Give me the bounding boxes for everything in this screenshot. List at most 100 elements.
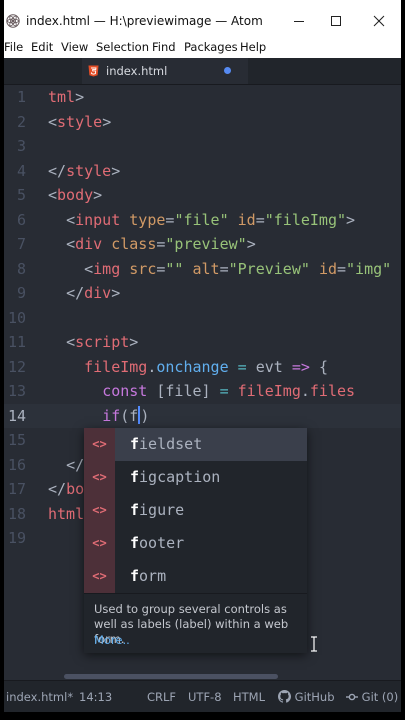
window-title: index.html — H:\previewimage — Atom <box>26 14 263 28</box>
minimize-button[interactable] <box>288 10 310 32</box>
code-line: 5 <body> <box>4 183 401 207</box>
status-github[interactable]: GitHub <box>278 690 335 704</box>
html5-file-icon <box>88 65 99 77</box>
status-file-name[interactable]: index.html* <box>6 690 73 704</box>
autocomplete-more-link[interactable]: More.. <box>94 633 130 647</box>
line-code: const [file] = fileImg.files <box>102 382 356 400</box>
line-code: <body> <box>48 186 103 204</box>
line-code: <input type="file" id="fileImg"> <box>66 210 356 229</box>
line-number: 10 <box>7 308 26 327</box>
maximize-icon <box>331 16 341 26</box>
line-code: fileImg.onchange = evt => { <box>84 357 328 376</box>
title-bar: index.html — H:\previewimage — Atom <box>4 0 401 42</box>
code-line: 13 const [file] = fileImg.files <box>4 379 401 403</box>
line-code: tml> <box>48 88 85 106</box>
autocomplete-item-fieldset[interactable]: <> fieldset <box>84 428 307 461</box>
code-line-current: 14 if(f) <box>4 403 401 428</box>
line-number: 3 <box>16 137 26 155</box>
line-code: </bo <box>48 480 85 498</box>
code-line: 8 <img src="" alt="Preview" id="img" <box>4 257 401 281</box>
status-bar: index.html* 14:13 CRLF UTF-8 HTML GitHub… <box>4 680 401 713</box>
github-label: GitHub <box>294 690 335 704</box>
tag-badge-icon: <> <box>84 428 115 461</box>
autocomplete-item-form[interactable]: <> form <box>84 560 307 593</box>
tag-badge-icon: <> <box>84 461 115 494</box>
status-grammar[interactable]: HTML <box>233 690 265 704</box>
line-number: 4 <box>16 161 26 180</box>
line-number: 8 <box>16 259 26 278</box>
line-number: 9 <box>16 284 26 302</box>
line-number: 15 <box>7 431 26 449</box>
autocomplete-item-text: footer <box>130 534 185 552</box>
line-number: 1 <box>16 88 26 106</box>
menu-find[interactable]: Find <box>152 40 176 54</box>
git-commit-icon <box>346 693 358 701</box>
code-line: 4 </style> <box>4 159 401 183</box>
line-code: if(f) <box>102 405 150 425</box>
modified-indicator[interactable] <box>224 67 231 74</box>
close-icon <box>373 15 385 27</box>
tab-bar: index.html <box>4 58 401 85</box>
line-code: html <box>48 504 85 523</box>
code-line: 1 tml> <box>4 85 401 109</box>
text-cursor-ibeam-icon <box>311 636 317 652</box>
autocomplete-item-text: form <box>130 567 167 585</box>
minimize-icon <box>294 21 304 22</box>
line-number: 2 <box>16 112 26 131</box>
status-line-ending[interactable]: CRLF <box>147 690 176 704</box>
code-line: 2 <style> <box>4 110 401 134</box>
status-cursor-position[interactable]: 14:13 <box>79 690 112 704</box>
status-encoding[interactable]: UTF-8 <box>188 690 222 704</box>
line-number: 17 <box>7 480 26 498</box>
menu-edit[interactable]: Edit <box>31 40 53 54</box>
code-line: 10 <box>4 306 401 330</box>
tab-index-html[interactable]: index.html <box>82 58 248 84</box>
github-icon <box>278 690 291 703</box>
atom-window: index.html — H:\previewimage — Atom File… <box>4 0 401 720</box>
menu-selection[interactable]: Selection <box>96 40 149 54</box>
atom-logo-icon <box>6 14 20 28</box>
line-number: 6 <box>16 210 26 229</box>
code-line: 11 <script> <box>4 330 401 354</box>
line-number: 19 <box>7 529 26 547</box>
autocomplete-item-text: fieldset <box>130 435 203 453</box>
line-number: 14 <box>7 406 26 425</box>
menu-view[interactable]: View <box>61 40 88 54</box>
line-number: 16 <box>7 455 26 474</box>
screen-bottom-edge <box>0 712 405 720</box>
autocomplete-popup: <> fieldset <> figcaption <> figure <> f… <box>84 428 307 653</box>
autocomplete-description: Used to group several controls as well a… <box>84 593 307 653</box>
tab-label: index.html <box>106 64 168 78</box>
tag-badge-icon: <> <box>84 494 115 527</box>
line-number: 12 <box>7 357 26 376</box>
menu-file[interactable]: File <box>4 40 23 54</box>
line-code: <div class="preview"> <box>66 235 256 253</box>
menu-packages[interactable]: Packages <box>184 40 238 54</box>
line-code: </style> <box>48 161 121 180</box>
line-number: 11 <box>7 333 26 351</box>
line-code: <script> <box>66 333 139 351</box>
horizontal-scrollbar[interactable] <box>64 674 278 679</box>
git-label: Git (0) <box>361 690 399 704</box>
line-code: <img src="" alt="Preview" id="img" <box>84 259 392 278</box>
status-git[interactable]: Git (0) <box>346 690 398 704</box>
autocomplete-item-figcaption[interactable]: <> figcaption <box>84 461 307 494</box>
code-line: 12 fileImg.onchange = evt => { <box>4 355 401 379</box>
tag-badge-icon: <> <box>84 560 115 593</box>
autocomplete-item-footer[interactable]: <> footer <box>84 527 307 560</box>
line-number: 5 <box>16 186 26 204</box>
autocomplete-item-figure[interactable]: <> figure <box>84 494 307 527</box>
close-button[interactable] <box>368 10 390 32</box>
line-number: 13 <box>7 382 26 400</box>
code-line: 6 <input type="file" id="fileImg"> <box>4 208 401 232</box>
line-code: </div> <box>66 284 121 302</box>
menu-help[interactable]: Help <box>240 40 266 54</box>
menu-bar: File Edit View Selection Find Packages H… <box>4 38 401 58</box>
line-number: 18 <box>7 504 26 523</box>
maximize-button[interactable] <box>325 10 347 32</box>
line-code: <style> <box>48 112 112 131</box>
autocomplete-item-text: figure <box>130 501 185 519</box>
code-line: 7 <div class="preview"> <box>4 232 401 256</box>
tag-badge-icon: <> <box>84 527 115 560</box>
code-line: 3 <box>4 134 401 158</box>
